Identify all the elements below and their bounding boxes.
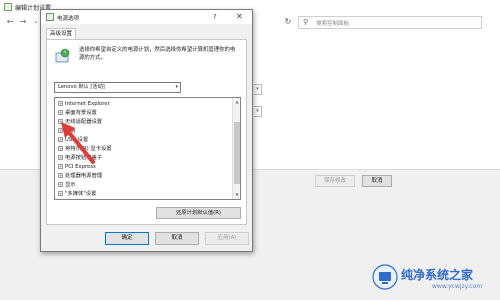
- watermark-text: 纯净系统之家: [401, 268, 474, 282]
- chevron-down-icon: ▾: [175, 84, 178, 90]
- power-options-icon: [46, 13, 54, 21]
- scroll-down-icon[interactable]: ▼: [234, 192, 240, 198]
- background-combo-arrow-icon[interactable]: ▾: [254, 84, 262, 95]
- forward-arrow-icon[interactable]: →: [18, 17, 28, 27]
- expand-icon[interactable]: +: [58, 101, 63, 106]
- tree-item-label: Internet Explorer: [65, 101, 110, 107]
- dialog-titlebar: 电源选项 ? ✕: [41, 10, 252, 24]
- tree-item-label: 显示: [65, 182, 76, 188]
- background-cancel-button[interactable]: 取消: [362, 175, 392, 187]
- expand-icon[interactable]: +: [58, 173, 63, 178]
- expand-icon[interactable]: +: [58, 182, 63, 187]
- tree-item-label: 处理器电源管理: [65, 173, 103, 179]
- search-placeholder: 搜索控制面板: [316, 21, 350, 27]
- close-icon[interactable]: ✕: [236, 12, 243, 21]
- apply-button[interactable]: 应用(A): [205, 232, 249, 245]
- power-plan-select[interactable]: Lenovo 默认 [活动] ▾: [54, 82, 181, 93]
- ok-button[interactable]: 确定: [105, 232, 149, 245]
- dialog-cancel-button[interactable]: 取消: [155, 232, 199, 245]
- tree-item[interactable]: + 处理器电源管理: [58, 172, 102, 180]
- annotation-arrow: [61, 122, 95, 164]
- control-panel-icon: [4, 3, 12, 11]
- save-changes-button[interactable]: 保存修改: [315, 175, 355, 187]
- tree-item[interactable]: + Internet Explorer: [58, 100, 110, 108]
- watermark-logo-icon: [372, 264, 398, 290]
- tree-item-label: "多媒体"设置: [65, 191, 97, 197]
- tree-item[interactable]: + 桌面背景设置: [58, 109, 97, 117]
- dialog-title: 电源选项: [57, 16, 80, 22]
- search-icon: ⚲: [303, 18, 309, 26]
- power-plan-selected-value: Lenovo 默认 [活动]: [58, 84, 105, 90]
- scroll-up-icon[interactable]: ▲: [234, 99, 240, 105]
- restore-defaults-button[interactable]: 还原计划默认值(R): [156, 207, 241, 219]
- tree-item[interactable]: + 显示: [58, 181, 76, 189]
- refresh-icon[interactable]: ↻: [283, 17, 293, 27]
- power-plan-icon: [55, 48, 70, 63]
- tree-item-label: 桌面背景设置: [65, 110, 97, 116]
- back-arrow-icon[interactable]: ←: [5, 17, 15, 27]
- tree-item[interactable]: + "多媒体"设置: [58, 190, 96, 198]
- expand-icon[interactable]: +: [58, 191, 63, 196]
- background-combo-arrow-icon[interactable]: ▾: [254, 106, 262, 117]
- help-icon[interactable]: ?: [213, 13, 217, 21]
- watermark-url: www.ycwjzy.com: [432, 283, 483, 290]
- tree-scrollbar[interactable]: ▲ ▼: [232, 98, 240, 199]
- plan-description: 选择你希望自定义的电源计划，然后选择你希望计算机管理你的电源的方式。: [79, 47, 236, 61]
- expand-icon[interactable]: +: [58, 110, 63, 115]
- scroll-thumb[interactable]: [234, 122, 240, 184]
